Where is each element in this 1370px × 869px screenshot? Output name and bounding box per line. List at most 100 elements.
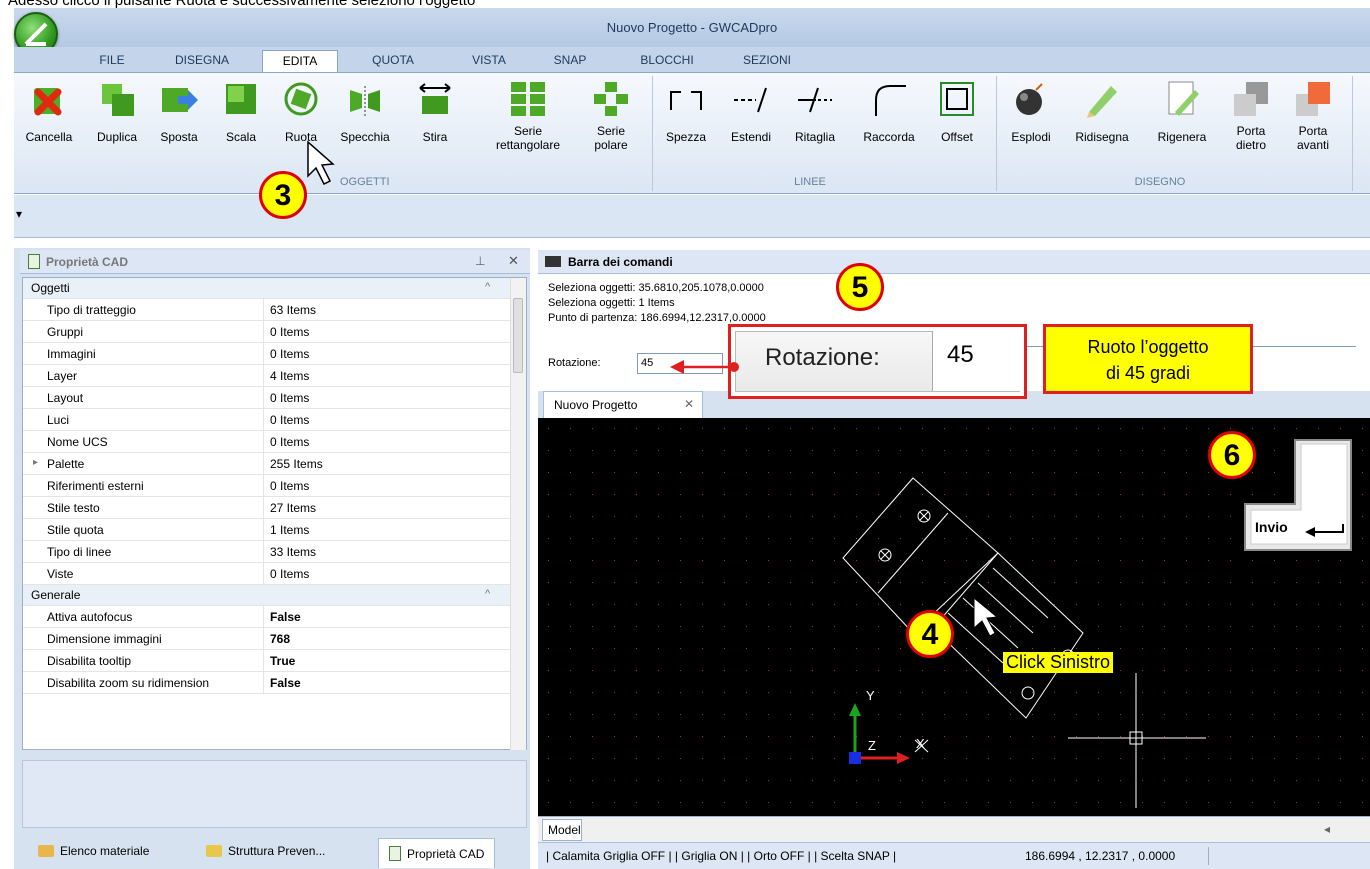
property-value[interactable]: 33 Items [270,545,316,559]
expand-icon[interactable]: ▸ [33,457,38,468]
property-value[interactable]: 768 [270,632,290,646]
tab-blocchi[interactable]: BLOCCHI [622,50,712,73]
property-value[interactable]: True [270,654,295,668]
row-divider [263,321,264,343]
property-value[interactable]: 0 Items [270,435,309,449]
properties-icon [28,254,40,269]
specchia-button[interactable]: Specchia [332,80,398,144]
tab-quota[interactable]: QUOTA [358,50,428,73]
property-value[interactable]: 0 Items [270,347,309,361]
property-value[interactable]: 255 Items [270,457,323,471]
stira-button[interactable]: Stira [402,80,468,144]
row-divider [263,475,264,497]
property-row[interactable]: Nome UCS 0 Items [23,431,511,453]
tab-elenco-materiale[interactable]: Elenco materiale [38,844,149,858]
tab-struttura-preventivo[interactable]: Struttura Preven... [206,844,325,858]
ritaglia-button[interactable]: Ritaglia [782,80,848,144]
rotation-prompt-label: Rotazione: [548,357,601,369]
document-tab[interactable]: Nuovo Progetto ✕ [543,391,703,418]
status-divider [1208,847,1209,865]
tab-edita[interactable]: EDITA [262,50,338,73]
ruota-button[interactable]: Ruota [270,80,332,144]
property-row[interactable]: Tipo di tratteggio 63 Items [23,299,511,321]
property-key: Layout [47,391,84,405]
property-key: Attiva autofocus [47,610,133,624]
tab-vista[interactable]: VISTA [454,50,524,73]
properties-icon [389,846,401,861]
tab-proprieta-cad[interactable]: Proprietà CAD [378,838,496,868]
raccorda-button[interactable]: Raccorda [852,80,926,144]
property-row[interactable]: Gruppi 0 Items [23,321,511,343]
tab-file[interactable]: FILE [82,50,142,73]
property-grid-scrollbar[interactable] [510,278,526,750]
property-row[interactable]: Riferimenti esterni 0 Items [23,475,511,497]
status-toggles[interactable]: | Calamita Griglia OFF | | Griglia ON | … [546,849,896,863]
rotation-note: Ruoto l’oggetto di 45 gradi [1043,324,1253,394]
property-value[interactable]: False [270,610,301,624]
property-row[interactable]: Layer 4 Items [23,365,511,387]
spezza-icon [667,80,705,118]
tab-snap[interactable]: SNAP [540,50,600,73]
estendi-button[interactable]: Estendi [718,80,784,144]
property-row[interactable]: Viste 0 Items [23,563,511,585]
console-icon [545,256,561,267]
rigenera-button[interactable]: Rigenera [1144,80,1220,144]
ridisegna-button[interactable]: Ridisegna [1064,80,1140,144]
property-value[interactable]: 0 Items [270,391,309,405]
property-row[interactable]: Luci 0 Items [23,409,511,431]
offset-icon [938,80,976,118]
property-value[interactable]: False [270,676,301,690]
scrollbar-thumb[interactable] [513,298,523,373]
scroll-left-icon[interactable]: ◂ [1324,822,1330,836]
property-row[interactable]: Stile quota 1 Items [23,519,511,541]
property-row[interactable]: Disabilita zoom su ridimension False [23,672,511,694]
property-value[interactable]: 0 Items [270,567,309,581]
category-header[interactable]: Generale [23,585,511,606]
property-value[interactable]: 0 Items [270,325,309,339]
status-bar: | Calamita Griglia OFF | | Griglia ON | … [538,842,1370,869]
property-key: Tipo di linee [47,545,112,559]
row-divider [263,343,264,365]
porta-dietro-button[interactable]: Porta dietro [1218,80,1284,152]
group-label-disegno: DISEGNO [1134,176,1186,188]
property-row[interactable]: Disabilita tooltip True [23,650,511,672]
esplodi-button[interactable]: Esplodi [998,80,1064,144]
property-value[interactable]: 0 Items [270,479,309,493]
tab-disegna[interactable]: DISEGNA [162,50,242,73]
porta-dietro-icon [1232,80,1270,118]
property-row[interactable]: Immagini 0 Items [23,343,511,365]
sposta-button[interactable]: Sposta [148,80,210,144]
property-row[interactable]: Attiva autofocus False [23,606,511,628]
pin-icon[interactable]: ⊥ [475,254,485,268]
qat-dropdown-icon[interactable]: ▾ [16,207,22,221]
tab-sezioni[interactable]: SEZIONI [722,50,812,73]
property-value[interactable]: 1 Items [270,523,309,537]
property-row[interactable]: Dimensione immagini 768 [23,628,511,650]
spezza-button[interactable]: Spezza [654,80,718,144]
property-row[interactable]: Tipo di linee 33 Items [23,541,511,563]
serie-rettangolare-icon [509,80,547,118]
property-row[interactable]: Palette 255 Items ▸ [23,453,511,475]
offset-button[interactable]: Offset [926,80,988,144]
property-value[interactable]: 0 Items [270,413,309,427]
porta-avanti-button[interactable]: Porta avanti [1280,80,1346,152]
property-value[interactable]: 4 Items [270,369,309,383]
close-tab-icon[interactable]: ✕ [684,397,694,411]
row-divider [263,365,264,387]
cancella-button[interactable]: Cancella [18,80,80,144]
row-divider [263,387,264,409]
property-row[interactable]: Layout 0 Items [23,387,511,409]
property-value[interactable]: 27 Items [270,501,316,515]
close-icon[interactable]: ✕ [508,253,519,269]
enter-key-icon: Invio [1243,418,1353,552]
duplica-button[interactable]: Duplica [86,80,148,144]
property-value[interactable]: 63 Items [270,303,316,317]
serie-polare-button[interactable]: Serie polare [578,80,644,152]
category-header[interactable]: Oggetti [23,278,511,299]
serie-rettangolare-button[interactable]: Serie rettangolare [486,80,570,152]
row-divider [263,409,264,431]
model-tab[interactable]: Model [542,819,582,841]
property-row[interactable]: Stile testo 27 Items [23,497,511,519]
scala-button[interactable]: Scala [210,80,272,144]
row-divider [263,453,264,475]
